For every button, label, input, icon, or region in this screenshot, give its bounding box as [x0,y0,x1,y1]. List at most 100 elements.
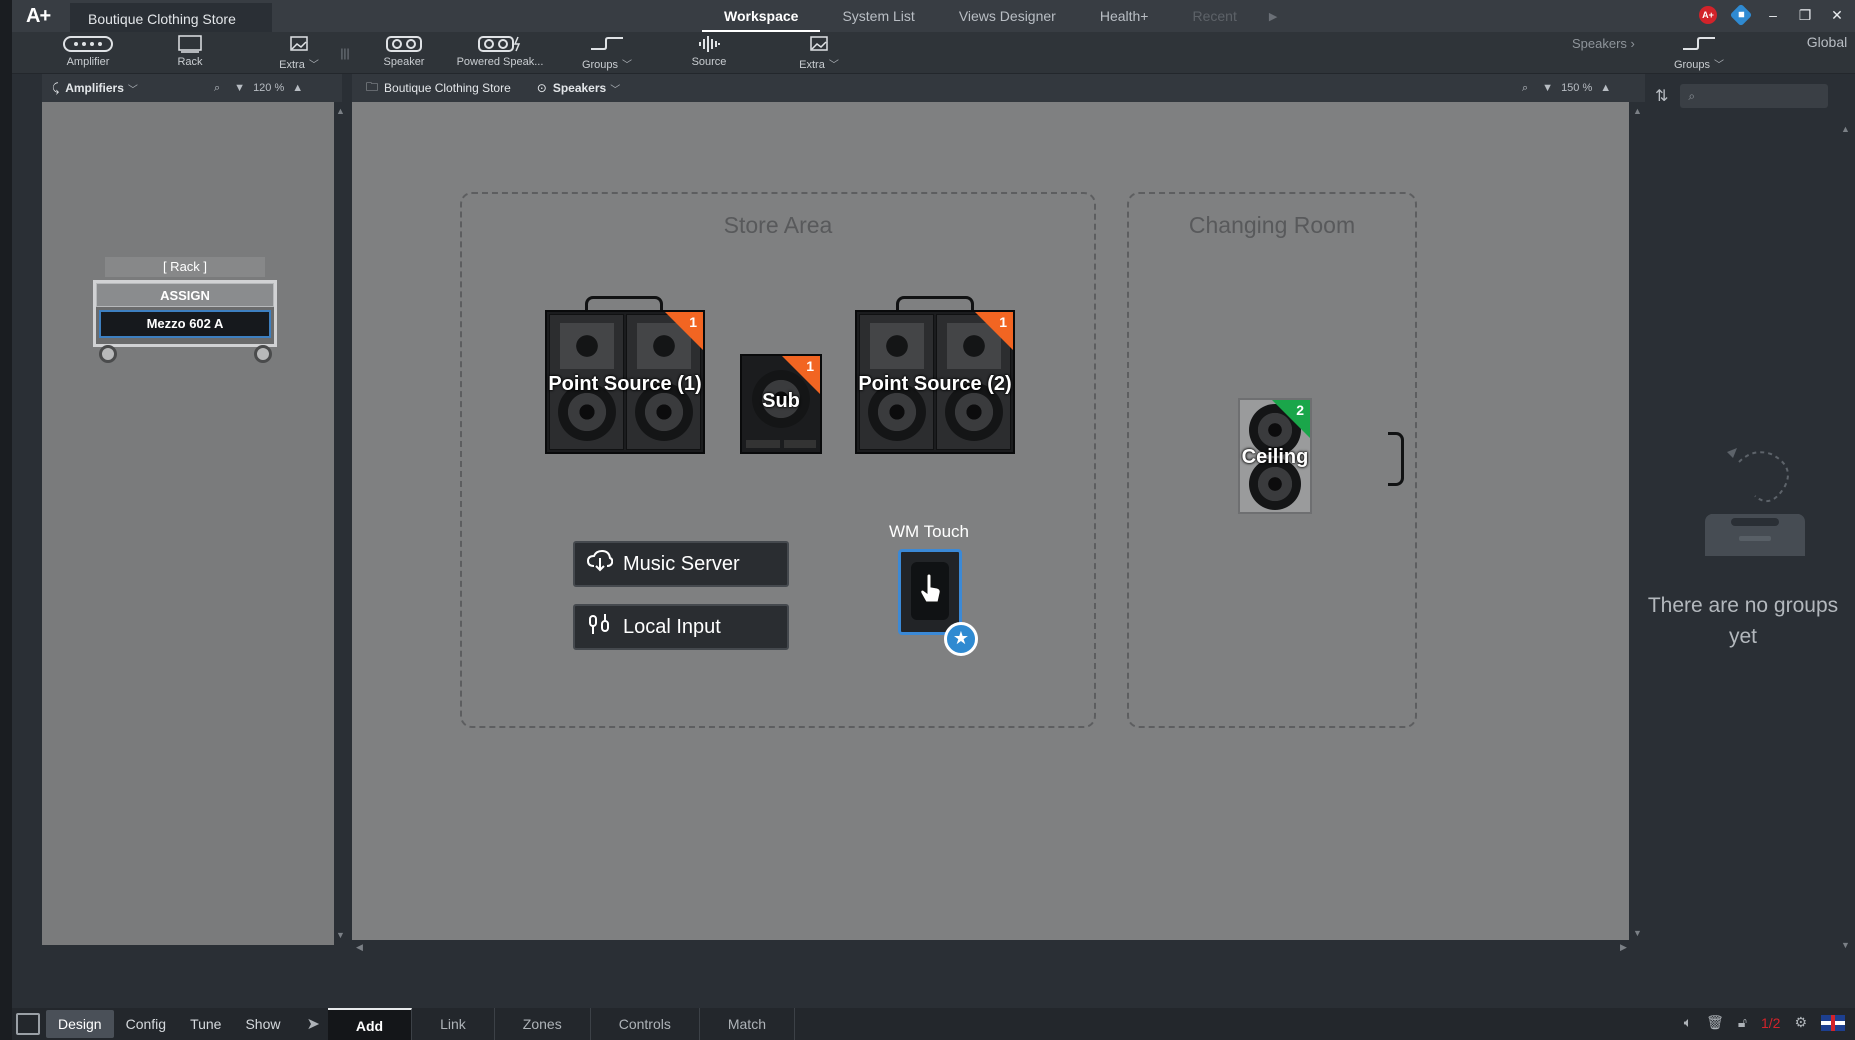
play-arrow-icon[interactable]: ▶ [1259,0,1277,32]
tab-match[interactable]: Match [700,1008,795,1040]
language-flag-icon[interactable] [1821,1014,1845,1031]
chevron-down-icon[interactable]: ﹀ [610,81,620,96]
mode-design[interactable]: Design [46,1010,114,1038]
tab-controls[interactable]: Controls [591,1008,700,1040]
scroll-down-icon[interactable]: ▼ [1633,928,1642,938]
powered-speaker-label: Powered Speak... [456,56,544,68]
sort-az-icon[interactable]: ⇅ [1655,86,1668,106]
add-powered-speaker-button[interactable]: Powered Speak... [452,34,548,68]
document-tab[interactable]: Boutique Clothing Store [70,3,272,32]
left-zoom-controls: ⌕ ▼ 120 % ▲ [214,74,303,102]
source-waveform-icon [684,34,734,54]
amplifiers-title[interactable]: Amplifiers [65,81,124,95]
left-vertical-scrollbar[interactable]: ▲ ▼ [334,102,346,945]
canvas-vertical-scrollbar[interactable]: ▲ ▼ [1629,102,1645,940]
zoom-out-icon[interactable]: ▼ [234,82,245,94]
groups-right-button[interactable]: Groups ﹀ [1664,34,1734,71]
toolbar: Amplifier Rack Extra ﹀ Speaker Powered Sp… [12,32,1855,74]
canvas-horizontal-scrollbar[interactable]: ◀ ▶ [352,940,1645,954]
zoom-in-icon[interactable]: ▲ [1600,82,1611,94]
scroll-down-icon[interactable]: ▼ [336,930,345,940]
zoom-fit-icon[interactable]: ⌕ [1522,82,1528,95]
speaker-sub[interactable]: 1 Sub [740,354,822,454]
amplifier-device[interactable]: Mezzo 602 A [99,310,271,338]
gear-icon[interactable]: ⚙ [1794,1014,1807,1031]
pointer-tool-icon[interactable]: ➤ [306,1014,319,1034]
speaker-count: 2 [1296,402,1304,418]
window-controls: A+ ◆ – ❐ ✕ [1699,3,1845,27]
source-label: Local Input [623,615,721,638]
star-icon[interactable]: ★ [944,622,978,656]
speaker-point-source-2[interactable]: 1 Point Source (2) [855,310,1015,454]
tab-views-designer[interactable]: Views Designer [937,0,1078,32]
add-source-button[interactable]: Source [684,34,734,68]
speaker-volume-icon[interactable]: 🔈︎ [1684,1014,1692,1031]
tab-recent: Recent [1192,8,1237,24]
count-badge [782,356,820,394]
account-badge-icon[interactable]: A+ [1699,6,1717,24]
close-icon[interactable]: ✕ [1829,7,1845,24]
hand-pointer-icon [917,572,943,610]
trash-icon[interactable]: 🗑︎ [1706,1014,1724,1031]
global-label[interactable]: Global [1802,34,1852,50]
scroll-down-icon[interactable]: ▼ [1841,940,1850,950]
extra-left-button[interactable]: Extra ﹀ [264,34,334,71]
source-music-server[interactable]: Music Server [573,541,789,587]
extra-right-label: Extra ﹀ [784,56,854,71]
app-logo[interactable]: A+ [26,5,51,28]
unlock-icon[interactable]: 🔓︎ [1738,1014,1747,1031]
scroll-up-icon[interactable]: ▲ [336,106,345,116]
panel-toggle-icon[interactable] [16,1013,40,1035]
tab-zones[interactable]: Zones [495,1008,591,1040]
scroll-right-icon[interactable]: ▶ [1620,942,1627,953]
left-zoom-value: 120 % [253,82,285,94]
tab-health[interactable]: Health+ [1078,0,1171,32]
minimize-icon[interactable]: – [1765,7,1781,23]
count-badge [1272,400,1310,438]
rack-panel[interactable]: [ Rack ] ASSIGN Mezzo 602 A [42,102,334,945]
chevron-down-icon[interactable]: ﹀ [128,81,138,96]
source-local-input[interactable]: Local Input [573,604,789,650]
tab-link[interactable]: Link [412,1008,495,1040]
bottom-bar: Design Config Tune Show ➤ Add Link Zones… [12,1008,1855,1040]
speaker-point-source-1[interactable]: 1 Point Source (1) [545,310,705,454]
speakers-nav-button[interactable]: Speakers › [1572,36,1652,51]
breadcrumb[interactable]: Boutique Clothing Store [384,81,511,95]
connect-icon[interactable]: ◆ [1729,3,1753,27]
mode-config[interactable]: Config [114,1010,178,1038]
empty-box-icon [1695,444,1815,573]
wm-touch-label: WM Touch [889,522,969,541]
canvas-zoom-controls: ⌕ ▼ 150 % ▲ [1522,74,1611,102]
view-selector[interactable]: Speakers [553,81,606,95]
scroll-up-icon[interactable]: ▲ [1841,124,1850,134]
tab-system-list[interactable]: System List [820,0,936,32]
search-icon: ⌕ [1688,88,1696,103]
speaker-ceiling[interactable]: 2 Ceiling [1238,398,1312,514]
wm-touch-control[interactable] [898,549,962,635]
zoom-fit-icon[interactable]: ⌕ [214,82,220,95]
extra-right-button[interactable]: Extra ﹀ [784,34,854,71]
powered-speaker-icon [452,34,548,54]
groups-button[interactable]: Groups ﹀ [572,34,642,71]
empty-groups-message: There are no groups yet [1647,594,1839,648]
groups-search-input[interactable]: ⌕ [1680,84,1829,108]
add-rack-button[interactable]: Rack [170,34,210,68]
title-bar: A+ Boutique Clothing Store Workspace Sys… [12,0,1855,32]
zoom-out-icon[interactable]: ▼ [1542,82,1553,94]
mode-show[interactable]: Show [233,1010,292,1038]
speakers-canvas[interactable]: Store Area Changing Room 1 Point Source … [352,102,1629,940]
zoom-in-icon[interactable]: ▲ [292,82,303,94]
add-amplifier-button[interactable]: Amplifier [60,34,116,68]
tab-add[interactable]: Add [327,1008,413,1040]
zone-title: Store Area [723,212,833,238]
assign-button[interactable]: ASSIGN [96,283,274,307]
mode-tune[interactable]: Tune [178,1010,233,1038]
add-speaker-button[interactable]: Speaker [374,34,434,68]
scroll-up-icon[interactable]: ▲ [1633,106,1642,116]
rack-unit[interactable]: ASSIGN Mezzo 602 A [93,280,277,347]
restore-icon[interactable]: ❐ [1797,7,1813,24]
tab-workspace[interactable]: Workspace [702,0,821,32]
splitter-grip-icon[interactable]: ||| [340,32,350,74]
scroll-left-icon[interactable]: ◀ [356,942,363,953]
refresh-icon[interactable]: ⤹ [52,81,59,96]
